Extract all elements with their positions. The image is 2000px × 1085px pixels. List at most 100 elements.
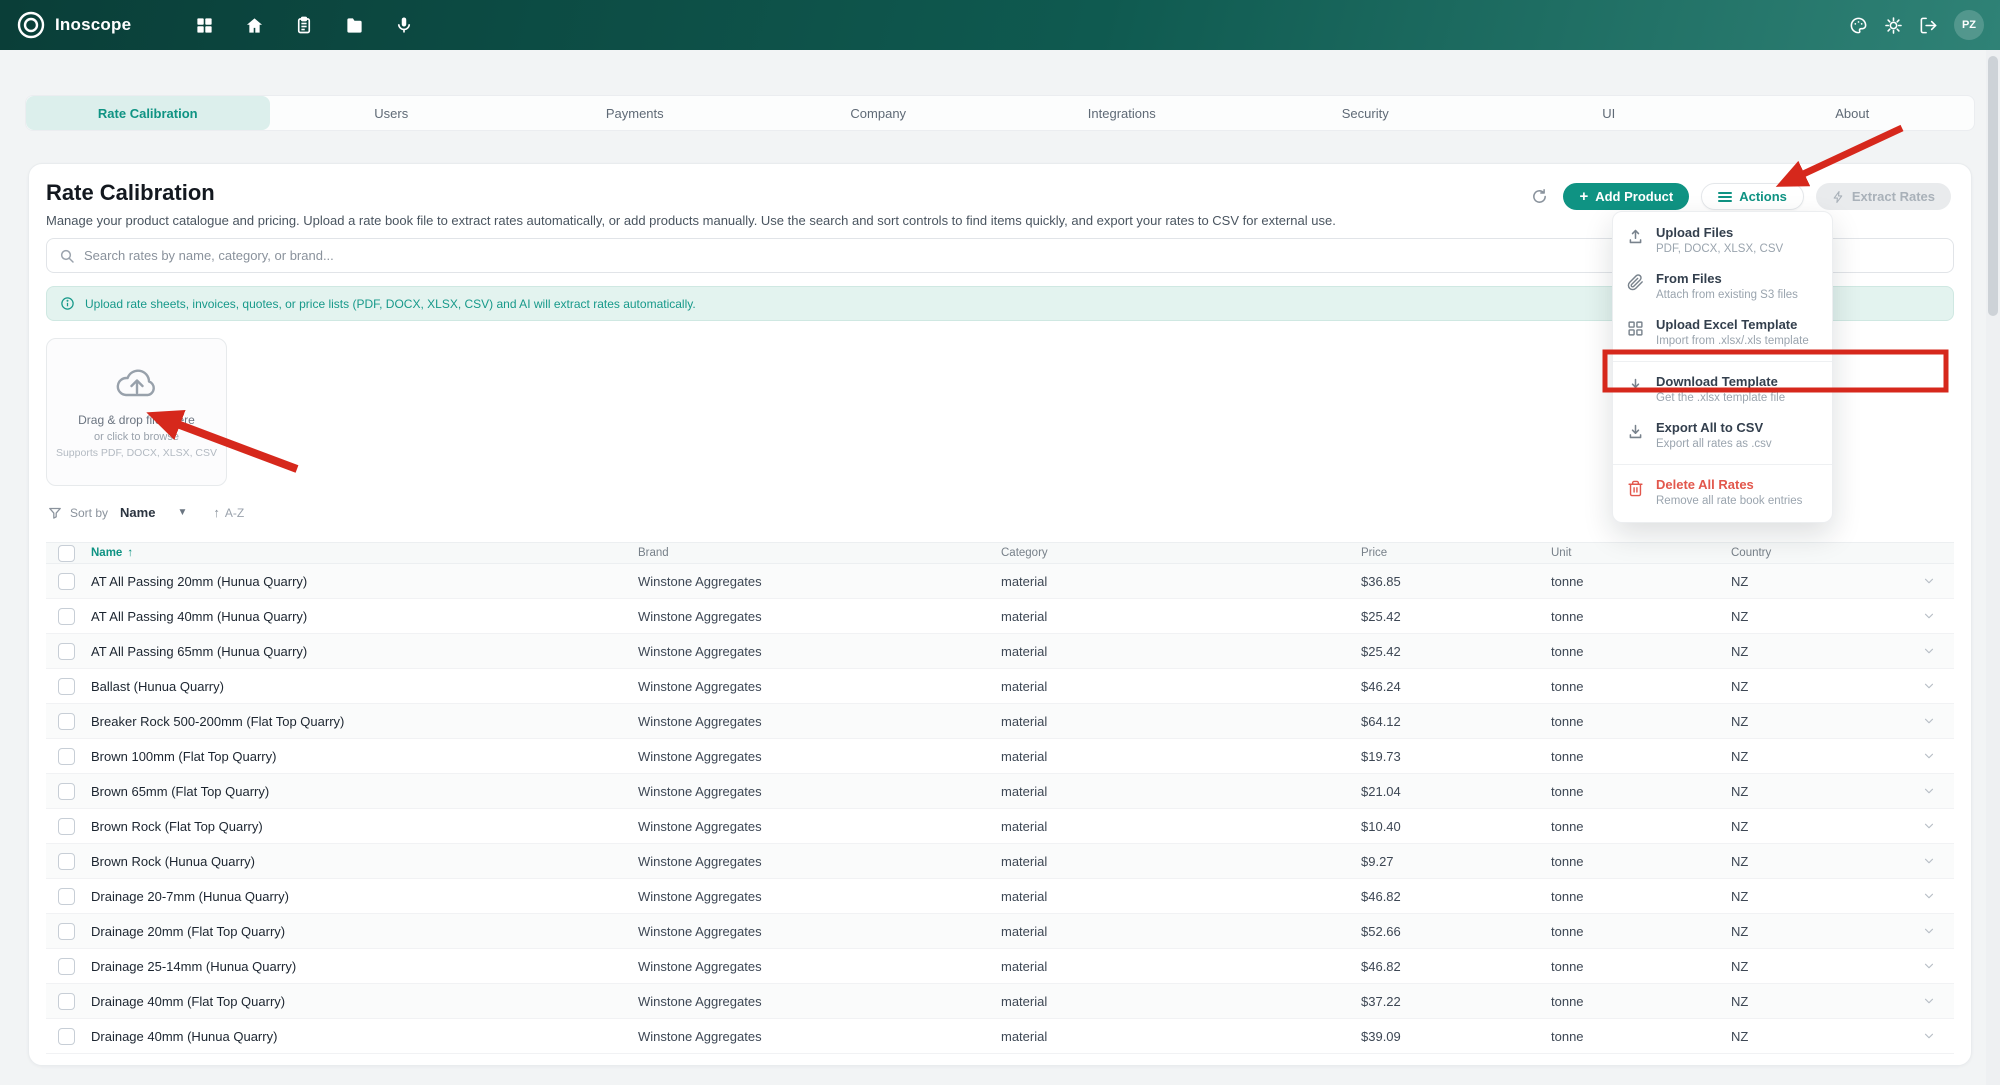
row-checkbox[interactable]: [58, 818, 75, 835]
column-header-brand[interactable]: Brand: [638, 547, 1001, 559]
clipboard-icon[interactable]: [291, 12, 317, 38]
folder-icon[interactable]: [341, 12, 367, 38]
table-row[interactable]: AT All Passing 20mm (Hunua Quarry) Winst…: [46, 564, 1954, 599]
cell-name: Brown 65mm (Flat Top Quarry): [91, 784, 638, 799]
microphone-icon[interactable]: [391, 12, 417, 38]
column-header-unit[interactable]: Unit: [1551, 547, 1731, 559]
tab-rate-calibration[interactable]: Rate Calibration: [26, 96, 270, 130]
palette-icon[interactable]: [1849, 16, 1868, 35]
hamburger-menu-icon: [1718, 191, 1732, 203]
row-checkbox[interactable]: [58, 923, 75, 940]
cell-price: $37.22: [1361, 994, 1551, 1009]
scrollbar-thumb[interactable]: [1988, 56, 1998, 316]
row-expand-chevron-icon[interactable]: [1922, 784, 1954, 798]
download-icon: [1627, 423, 1644, 440]
cell-category: material: [1001, 1029, 1361, 1044]
lightning-bolt-icon: [1832, 190, 1845, 204]
cell-brand: Winstone Aggregates: [638, 994, 1001, 1009]
row-checkbox[interactable]: [58, 958, 75, 975]
dropzone-line3: Supports PDF, DOCX, XLSX, CSV: [56, 447, 217, 459]
sort-direction-toggle[interactable]: ↑ A-Z: [213, 505, 244, 520]
refresh-icon[interactable]: [1527, 185, 1551, 209]
select-all-checkbox[interactable]: [58, 545, 75, 562]
row-expand-chevron-icon[interactable]: [1922, 994, 1954, 1008]
column-header-category[interactable]: Category: [1001, 547, 1361, 559]
row-expand-chevron-icon[interactable]: [1922, 644, 1954, 658]
tab-integrations[interactable]: Integrations: [1000, 96, 1244, 130]
home-icon[interactable]: [241, 12, 267, 38]
column-header-price[interactable]: Price: [1361, 547, 1551, 559]
cell-name: Drainage 20mm (Flat Top Quarry): [91, 924, 638, 939]
tab-about[interactable]: About: [1731, 96, 1975, 130]
user-avatar[interactable]: PZ: [1954, 10, 1984, 40]
table-row[interactable]: Brown Rock (Hunua Quarry) Winstone Aggre…: [46, 844, 1954, 879]
row-checkbox[interactable]: [58, 748, 75, 765]
row-checkbox[interactable]: [58, 678, 75, 695]
apps-icon[interactable]: [191, 12, 217, 38]
tab-ui[interactable]: UI: [1487, 96, 1731, 130]
row-checkbox[interactable]: [58, 853, 75, 870]
actions-button[interactable]: Actions: [1701, 183, 1804, 210]
menu-item-export-all-csv[interactable]: Export All to CSVExport all rates as .cs…: [1613, 413, 1832, 459]
cell-price: $21.04: [1361, 784, 1551, 799]
cell-price: $9.27: [1361, 854, 1551, 869]
brand[interactable]: Inoscope: [16, 10, 131, 40]
table-row[interactable]: Brown 65mm (Flat Top Quarry) Winstone Ag…: [46, 774, 1954, 809]
table-row[interactable]: Drainage 40mm (Flat Top Quarry) Winstone…: [46, 984, 1954, 1019]
page-title: Rate Calibration: [46, 180, 1551, 206]
table-row[interactable]: Brown 100mm (Flat Top Quarry) Winstone A…: [46, 739, 1954, 774]
tab-users[interactable]: Users: [270, 96, 514, 130]
sort-field-dropdown[interactable]: Name ▼: [120, 505, 187, 520]
menu-item-upload-excel-template[interactable]: Upload Excel TemplateImport from .xlsx/.…: [1613, 310, 1832, 356]
row-expand-chevron-icon[interactable]: [1922, 854, 1954, 868]
add-product-button[interactable]: + Add Product: [1563, 183, 1689, 210]
column-header-name[interactable]: Name ↑: [91, 547, 638, 559]
row-expand-chevron-icon[interactable]: [1922, 924, 1954, 938]
column-header-country[interactable]: Country: [1731, 547, 1881, 559]
table-row[interactable]: Breaker Rock 500-200mm (Flat Top Quarry)…: [46, 704, 1954, 739]
table-row[interactable]: Drainage 40mm (Hunua Quarry) Winstone Ag…: [46, 1019, 1954, 1054]
file-dropzone[interactable]: Drag & drop files here or click to brows…: [46, 338, 227, 486]
table-row[interactable]: Drainage 20-7mm (Hunua Quarry) Winstone …: [46, 879, 1954, 914]
tab-company[interactable]: Company: [757, 96, 1001, 130]
menu-item-delete-all-rates[interactable]: Delete All RatesRemove all rate book ent…: [1613, 470, 1832, 516]
menu-item-from-files[interactable]: From FilesAttach from existing S3 files: [1613, 264, 1832, 310]
row-checkbox[interactable]: [58, 888, 75, 905]
row-expand-chevron-icon[interactable]: [1922, 889, 1954, 903]
settings-gear-icon[interactable]: [1884, 16, 1903, 35]
logout-icon[interactable]: [1919, 16, 1938, 35]
row-checkbox[interactable]: [58, 643, 75, 660]
menu-item-download-template[interactable]: Download TemplateGet the .xlsx template …: [1613, 367, 1832, 413]
row-expand-chevron-icon[interactable]: [1922, 714, 1954, 728]
table-row[interactable]: AT All Passing 65mm (Hunua Quarry) Winst…: [46, 634, 1954, 669]
row-checkbox[interactable]: [58, 993, 75, 1010]
row-expand-chevron-icon[interactable]: [1922, 574, 1954, 588]
cell-country: NZ: [1731, 574, 1881, 589]
cell-category: material: [1001, 609, 1361, 624]
row-checkbox[interactable]: [58, 713, 75, 730]
table-row[interactable]: Ballast (Hunua Quarry) Winstone Aggregat…: [46, 669, 1954, 704]
cell-unit: tonne: [1551, 784, 1731, 799]
row-expand-chevron-icon[interactable]: [1922, 819, 1954, 833]
row-expand-chevron-icon[interactable]: [1922, 609, 1954, 623]
chevron-down-icon: ▼: [177, 507, 187, 518]
cell-country: NZ: [1731, 609, 1881, 624]
row-checkbox[interactable]: [58, 573, 75, 590]
row-checkbox[interactable]: [58, 608, 75, 625]
menu-item-upload-files[interactable]: Upload FilesPDF, DOCX, XLSX, CSV: [1613, 218, 1832, 264]
row-expand-chevron-icon[interactable]: [1922, 1029, 1954, 1043]
row-checkbox[interactable]: [58, 1028, 75, 1045]
row-checkbox[interactable]: [58, 783, 75, 800]
extract-rates-button[interactable]: Extract Rates: [1816, 183, 1951, 210]
table-row[interactable]: AT All Passing 40mm (Hunua Quarry) Winst…: [46, 599, 1954, 634]
cell-brand: Winstone Aggregates: [638, 574, 1001, 589]
table-row[interactable]: Drainage 20mm (Flat Top Quarry) Winstone…: [46, 914, 1954, 949]
table-row[interactable]: Drainage 25-14mm (Hunua Quarry) Winstone…: [46, 949, 1954, 984]
tab-security[interactable]: Security: [1244, 96, 1488, 130]
row-expand-chevron-icon[interactable]: [1922, 959, 1954, 973]
row-expand-chevron-icon[interactable]: [1922, 749, 1954, 763]
row-expand-chevron-icon[interactable]: [1922, 679, 1954, 693]
scrollbar-track[interactable]: [1986, 50, 2000, 1085]
table-row[interactable]: Brown Rock (Flat Top Quarry) Winstone Ag…: [46, 809, 1954, 844]
tab-payments[interactable]: Payments: [513, 96, 757, 130]
